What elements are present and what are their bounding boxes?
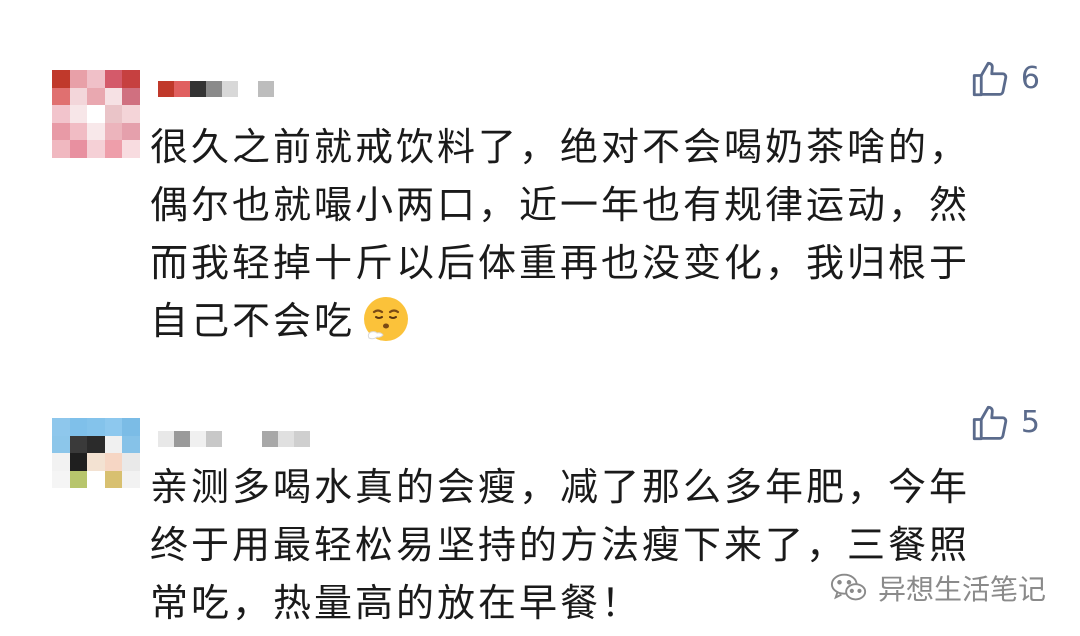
watermark: 异想生活笔记 <box>830 568 1046 608</box>
comment-line: 偶尔也就嘬小两口，近一年也有规律运动，然 <box>150 183 971 227</box>
face-with-steam-emoji <box>364 297 409 341</box>
thumbs-up-icon <box>972 61 1008 97</box>
comment-line: 很久之前就戒饮料了，绝对不会喝奶茶啥的， <box>150 125 971 169</box>
thumbs-up-icon <box>972 405 1008 441</box>
like-count: 6 <box>1020 61 1040 96</box>
comment-line: 亲测多喝水真的会瘦，减了那么多年肥，今年 <box>150 465 971 509</box>
like-button[interactable]: 6 <box>969 58 1040 100</box>
nickname[interactable] <box>158 424 310 454</box>
nickname[interactable] <box>158 74 274 104</box>
like-count: 5 <box>1020 405 1040 440</box>
wechat-icon <box>830 573 867 601</box>
comment-line: 而我轻掉十斤以后体重再也没变化，我归根于 <box>150 241 971 285</box>
like-button[interactable]: 5 <box>969 402 1040 444</box>
watermark-text: 异想生活笔记 <box>877 573 1046 606</box>
comment-line-text: 自己不会吃 <box>150 299 356 343</box>
avatar[interactable] <box>52 70 140 158</box>
avatar[interactable] <box>52 418 140 506</box>
comment-line: 自己不会吃 <box>150 292 1040 350</box>
comment-text: 很久之前就戒饮料了，绝对不会喝奶茶啥的， 偶尔也就嘬小两口，近一年也有规律运动，… <box>150 118 1040 350</box>
comment-line: 终于用最轻松易坚持的方法瘦下来了，三餐照 <box>150 523 971 567</box>
